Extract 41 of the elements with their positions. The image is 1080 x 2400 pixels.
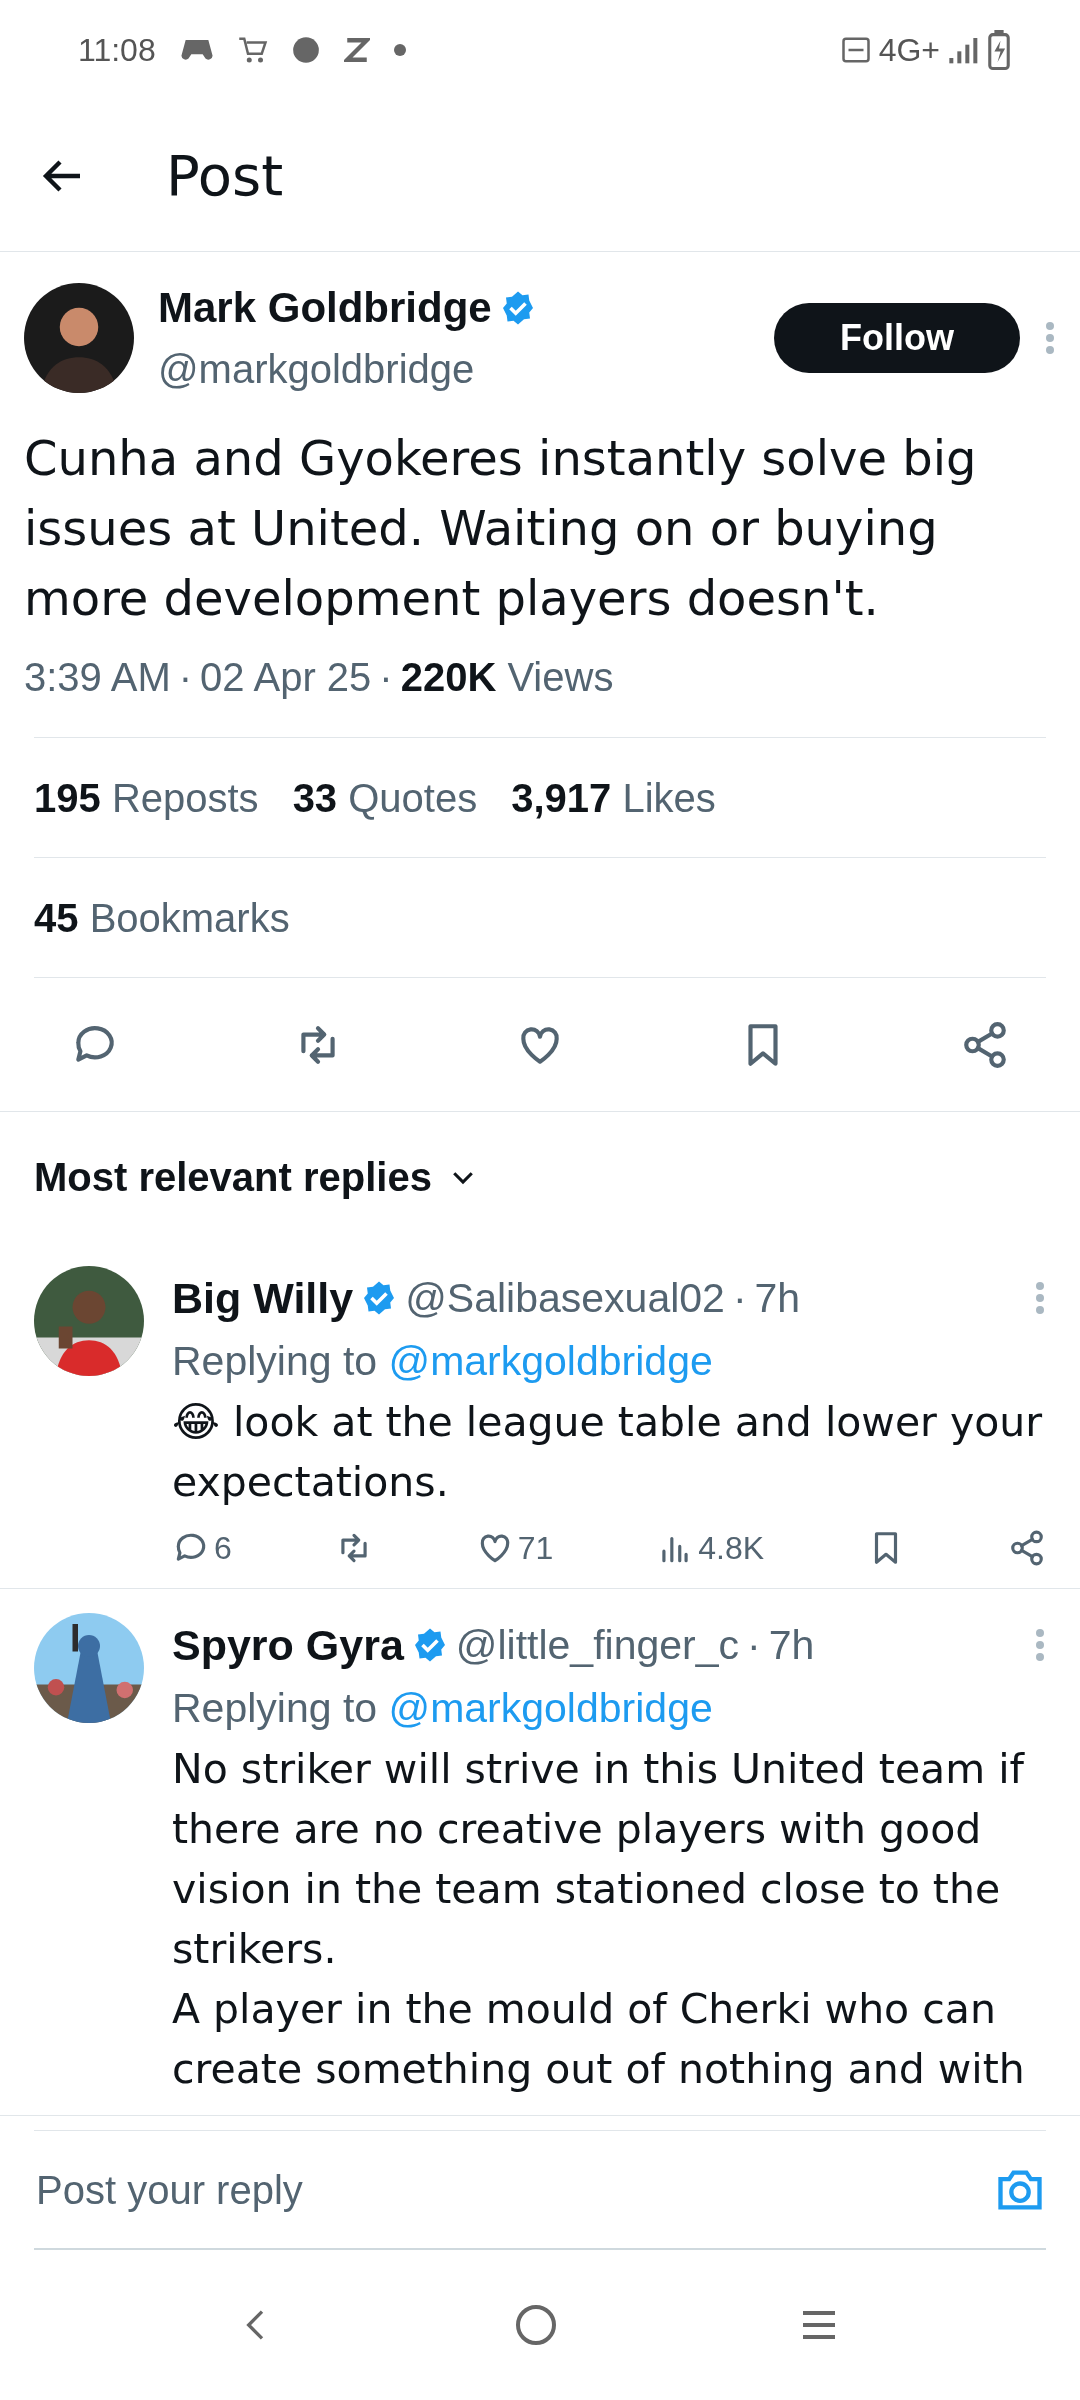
stat-count[interactable]: 195 Reposts — [34, 767, 259, 828]
reply-author-handle: @Salibasexual02 — [405, 1273, 725, 1323]
metric-count: 6 — [214, 1529, 232, 1568]
post-time: 3:39 AM — [24, 654, 171, 701]
cart-icon — [237, 35, 268, 65]
network-type: 4G+ — [878, 31, 940, 70]
bookmark-count: 45 Bookmarks — [34, 894, 290, 942]
view-count: 220K Views — [400, 654, 614, 701]
separator-dot: · — [732, 1273, 747, 1323]
author-name: Mark Goldbridge — [158, 283, 492, 333]
dot-icon — [393, 44, 406, 56]
reply-text: No striker will strive in this United team if there are no creative players with good vision in the team stationed close to the strikers. — [172, 1744, 1026, 1975]
reply-time: 7h — [768, 1620, 815, 1670]
reply-author-name: Big Willy — [172, 1273, 354, 1324]
post-text: Cunha and Gyokeres instantly solve big issues at United. Waiting on or buying more development players doesn't. — [24, 429, 978, 628]
author-handle: @markgoldbridge — [158, 346, 476, 393]
post-date: 02 Apr 25 — [200, 654, 372, 701]
stat-count[interactable]: 33 Quotes — [292, 767, 478, 828]
volte-icon — [840, 35, 871, 65]
metric-count: 4.8K — [698, 1529, 765, 1568]
page-title: Post — [166, 141, 284, 210]
signal-icon — [948, 35, 980, 65]
replies-sort-label[interactable]: Most relevant replies — [34, 1147, 432, 1207]
share-icon[interactable] — [1008, 1529, 1046, 1567]
replying-to-text: Replying to @markgoldbridge — [172, 1683, 714, 1733]
reply-text: 😂 look at the league table and lower your expectations. — [172, 1397, 1044, 1508]
reply-author-handle: @little_finger_c — [455, 1620, 740, 1670]
reply-author-name: Spyro Gyra — [172, 1620, 404, 1671]
z-letter-icon — [343, 37, 370, 63]
battery-charging-icon — [988, 30, 1010, 70]
reply-text: A player in the mould of Cherki who can create something out of nothing and with — [172, 1984, 1026, 2095]
follow-button[interactable]: Follow — [774, 302, 1020, 373]
status-time: 11:08 — [78, 31, 156, 70]
separator-dot: · — [747, 1620, 761, 1670]
metric-count: 71 — [517, 1529, 554, 1568]
round-app-icon — [291, 36, 320, 64]
reply-time: 7h — [754, 1273, 801, 1323]
separator-dot: · — [379, 654, 393, 701]
separator-dot: · — [178, 654, 193, 701]
stat-count[interactable]: 3,917 Likes — [511, 767, 716, 828]
replying-to-text: Replying to @markgoldbridge — [172, 1336, 714, 1386]
